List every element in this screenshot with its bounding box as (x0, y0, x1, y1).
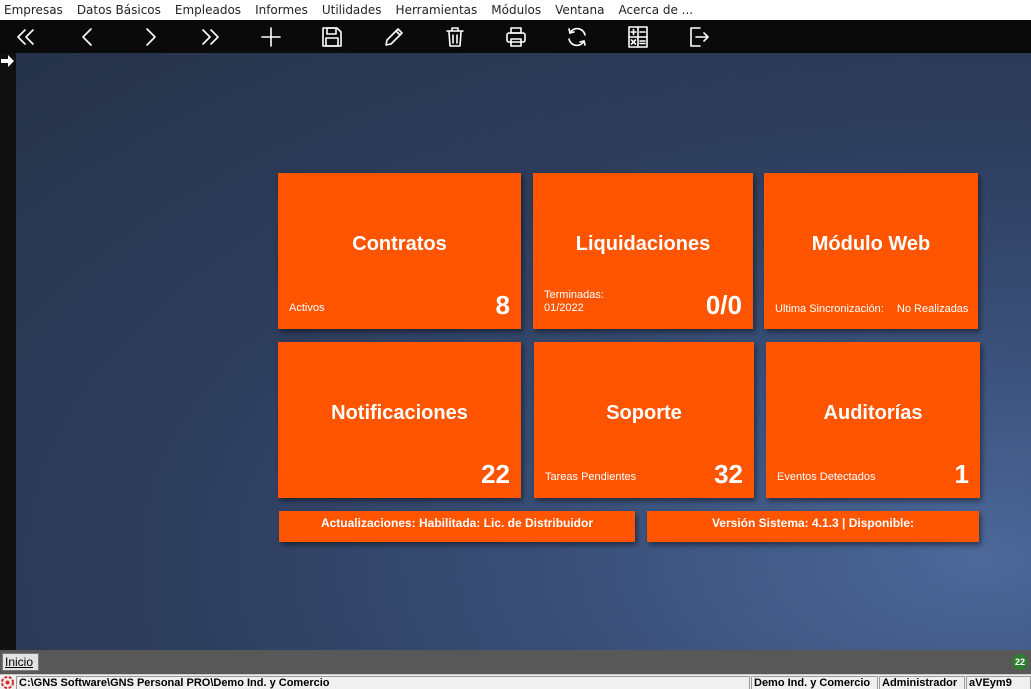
add-icon (261, 27, 281, 47)
status-company: Demo Ind. y Comercio (751, 676, 878, 689)
contratos-count: 8 (495, 290, 510, 320)
auditorias-title: Auditorías (823, 402, 923, 424)
next-record-button[interactable] (136, 23, 164, 51)
notificaciones-tile[interactable]: Notificaciones 22 (278, 342, 521, 498)
liquidaciones-label: Terminadas: 01/2022 (544, 289, 604, 315)
current-record-arrow-icon (1, 55, 14, 67)
modulo-web-sync-info: Ultima Sincronización: No Realizadas (775, 303, 978, 315)
notificaciones-count: 22 (481, 459, 510, 489)
soporte-label: Tareas Pendientes (545, 471, 637, 483)
auditorias-tile[interactable]: Auditorías Eventos Detectados 1 (766, 342, 980, 498)
print-button[interactable] (502, 23, 530, 51)
status-code: aVEym9 (966, 676, 1031, 689)
dashboard-area: Contratos Activos 8 Liquidaciones Termin… (16, 53, 1031, 650)
print-icon (506, 27, 526, 47)
previous-record-button[interactable] (74, 23, 102, 51)
delete-button[interactable] (441, 23, 469, 51)
actualizaciones-bar[interactable]: Actualizaciones: Habilitada: Lic. de Dis… (279, 511, 635, 542)
modulo-web-title: Módulo Web (811, 233, 931, 255)
liquidaciones-period: 01/2022 (544, 302, 584, 314)
menu-informes[interactable]: Informes (248, 0, 315, 20)
left-navigation-strip (0, 53, 16, 650)
app-logo-icon (1, 676, 14, 689)
save-icon (322, 27, 342, 47)
menu-herramientas[interactable]: Herramientas (389, 0, 485, 20)
delete-icon (446, 27, 464, 47)
edit-button[interactable] (380, 23, 408, 51)
refresh-icon (568, 27, 586, 47)
menu-empleados[interactable]: Empleados (168, 0, 248, 20)
contratos-label: Activos (289, 302, 325, 314)
menu-acerca-de[interactable]: Acerca de ... (611, 0, 700, 20)
contratos-tile[interactable]: Contratos Activos 8 (278, 173, 521, 329)
status-path: C:\GNS Software\GNS Personal PRO\Demo In… (16, 676, 750, 689)
modulo-web-sync-label: Ultima Sincronización: (775, 303, 884, 315)
tab-inicio[interactable]: Inicio (2, 653, 39, 671)
exit-button[interactable] (685, 23, 713, 51)
contratos-title: Contratos (352, 233, 447, 255)
save-button[interactable] (318, 23, 346, 51)
first-record-button[interactable] (12, 23, 40, 51)
auditorias-label: Eventos Detectados (777, 471, 876, 483)
menu-modulos[interactable]: Módulos (484, 0, 548, 20)
notificaciones-title: Notificaciones (331, 402, 468, 424)
first-record-icon (17, 29, 34, 45)
soporte-title: Soporte (606, 402, 682, 424)
last-record-icon (202, 29, 219, 45)
add-button[interactable] (257, 23, 285, 51)
soporte-count: 32 (714, 459, 743, 489)
notification-count-badge[interactable]: 22 (1012, 654, 1028, 670)
liquidaciones-tile[interactable]: Liquidaciones Terminadas: 01/2022 0/0 (533, 173, 753, 329)
auditorias-count: 1 (954, 459, 969, 489)
tab-inicio-label: Inicio (5, 655, 34, 669)
version-bar[interactable]: Versión Sistema: 4.1.3 | Disponible: (647, 511, 979, 542)
previous-record-icon (82, 28, 92, 46)
liquidaciones-title: Liquidaciones (575, 233, 711, 255)
menu-empresas[interactable]: Empresas (0, 0, 70, 20)
menu-bar: Empresas Datos Básicos Empleados Informe… (0, 0, 1031, 20)
toolbar (0, 20, 1031, 53)
calculator-button[interactable] (624, 23, 652, 51)
modulo-web-tile[interactable]: Módulo Web Ultima Sincronización: No Rea… (764, 173, 978, 329)
status-bar: C:\GNS Software\GNS Personal PRO\Demo In… (0, 674, 1031, 689)
soporte-tile[interactable]: Soporte Tareas Pendientes 32 (534, 342, 754, 498)
calculator-icon (628, 26, 648, 48)
liquidaciones-label-line1: Terminadas: (544, 289, 604, 301)
menu-datos-basicos[interactable]: Datos Básicos (70, 0, 168, 20)
refresh-button[interactable] (563, 23, 591, 51)
next-record-icon (146, 28, 156, 46)
menu-utilidades[interactable]: Utilidades (315, 0, 389, 20)
last-record-button[interactable] (196, 23, 224, 51)
modulo-web-sync-value: No Realizadas (896, 303, 969, 315)
exit-icon (690, 27, 709, 47)
menu-ventana[interactable]: Ventana (548, 0, 611, 20)
edit-icon (385, 28, 403, 46)
window-tab-bar: Inicio 22 (0, 650, 1031, 674)
liquidaciones-count: 0/0 (705, 290, 742, 320)
status-user: Administrador (879, 676, 965, 689)
